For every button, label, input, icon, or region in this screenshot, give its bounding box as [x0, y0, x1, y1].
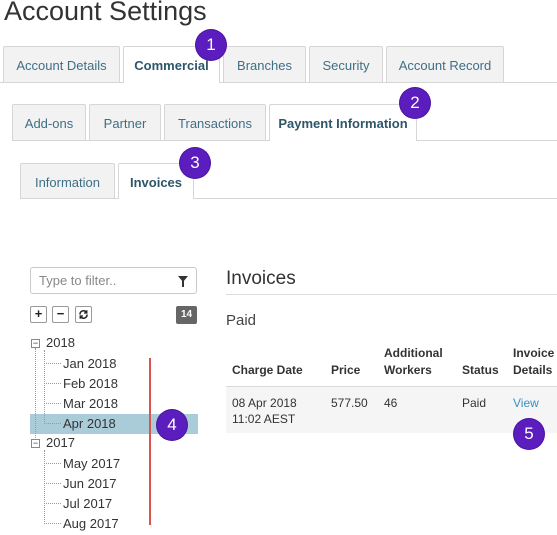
- column-header-invoice-details: Invoice Details: [513, 345, 554, 379]
- header-line: Invoice: [513, 346, 555, 360]
- tree-guide-line: [44, 523, 61, 524]
- callout-5-badge: 5: [514, 419, 544, 449]
- tree-month-item[interactable]: Jan 2018: [63, 356, 117, 371]
- tree-filter: [30, 267, 197, 294]
- tab-row-divider: [0, 82, 557, 83]
- tree-guide-line: [35, 348, 36, 442]
- tab-payment-information[interactable]: Payment Information: [269, 104, 417, 141]
- tree-guide-line: [44, 423, 61, 424]
- tree-year-2018[interactable]: 2018: [46, 335, 75, 350]
- tree-month-item[interactable]: Feb 2018: [63, 376, 118, 391]
- cell-price: 577.50: [331, 396, 368, 410]
- cell-status: Paid: [462, 396, 487, 410]
- tree-guide-line: [44, 363, 61, 364]
- collapse-all-button[interactable]: −: [52, 306, 69, 323]
- collapse-2018-toggle[interactable]: −: [31, 339, 40, 348]
- tab-branches[interactable]: Branches: [223, 46, 306, 82]
- column-header-additional-workers: Additional Workers: [384, 345, 443, 379]
- invoices-heading: Invoices: [226, 268, 296, 289]
- column-header-price: Price: [331, 363, 361, 377]
- invoices-divider: [226, 294, 557, 295]
- filter-input[interactable]: [39, 272, 174, 289]
- annotation-marker-line: [149, 358, 151, 525]
- collapse-2017-toggle[interactable]: −: [31, 439, 40, 448]
- cell-additional-workers: 46: [384, 396, 398, 410]
- expand-all-button[interactable]: +: [30, 306, 47, 323]
- tree-month-item[interactable]: Jun 2017: [63, 476, 117, 491]
- callout-1-badge: 1: [196, 30, 226, 60]
- tree-month-item[interactable]: Aug 2017: [63, 516, 119, 531]
- tab-add-ons[interactable]: Add-ons: [12, 104, 86, 140]
- tree-guide-line: [44, 483, 61, 484]
- refresh-icon: [79, 310, 88, 319]
- cell-charge-date: 08 Apr 2018 11:02 AEST: [232, 395, 297, 427]
- tree-month-item-selected[interactable]: Apr 2018: [63, 416, 116, 431]
- callout-4-badge: 4: [157, 410, 187, 440]
- header-line: Workers: [384, 363, 432, 377]
- callout-2-badge: 2: [400, 88, 430, 118]
- header-line: Details: [513, 363, 553, 377]
- refresh-button[interactable]: [75, 306, 92, 323]
- cell-date: 08 Apr 2018: [232, 396, 297, 410]
- tree-guide-line: [44, 403, 61, 404]
- column-header-status: Status: [462, 363, 499, 377]
- tab-security[interactable]: Security: [309, 46, 383, 82]
- tab-transactions[interactable]: Transactions: [164, 104, 266, 140]
- tab-information[interactable]: Information: [20, 163, 115, 198]
- page-title: Account Settings: [4, 0, 207, 26]
- tree-year-2017[interactable]: 2017: [46, 435, 75, 450]
- tree-month-item[interactable]: Jul 2017: [63, 496, 112, 511]
- invoice-count-badge: 14: [176, 306, 197, 324]
- view-invoice-link[interactable]: View: [513, 395, 539, 411]
- tab-account-record[interactable]: Account Record: [386, 46, 504, 82]
- tab-account-details[interactable]: Account Details: [3, 46, 120, 82]
- callout-3-badge: 3: [180, 148, 210, 178]
- cell-time: 11:02 AEST: [232, 412, 296, 426]
- tree-guide-line: [44, 450, 45, 524]
- tree-guide-line: [44, 463, 61, 464]
- tree-guide-line: [44, 383, 61, 384]
- paid-subheading: Paid: [226, 312, 257, 329]
- header-line: Additional: [384, 346, 443, 360]
- subsubtab-row-divider: [20, 198, 557, 199]
- filter-icon[interactable]: [178, 276, 188, 287]
- column-header-charge-date: Charge Date: [232, 363, 303, 377]
- tree-month-item[interactable]: Mar 2018: [63, 396, 118, 411]
- tree-guide-line: [44, 350, 45, 424]
- tree-guide-line: [44, 503, 61, 504]
- tree-month-item[interactable]: May 2017: [63, 456, 120, 471]
- tab-partner[interactable]: Partner: [89, 104, 161, 140]
